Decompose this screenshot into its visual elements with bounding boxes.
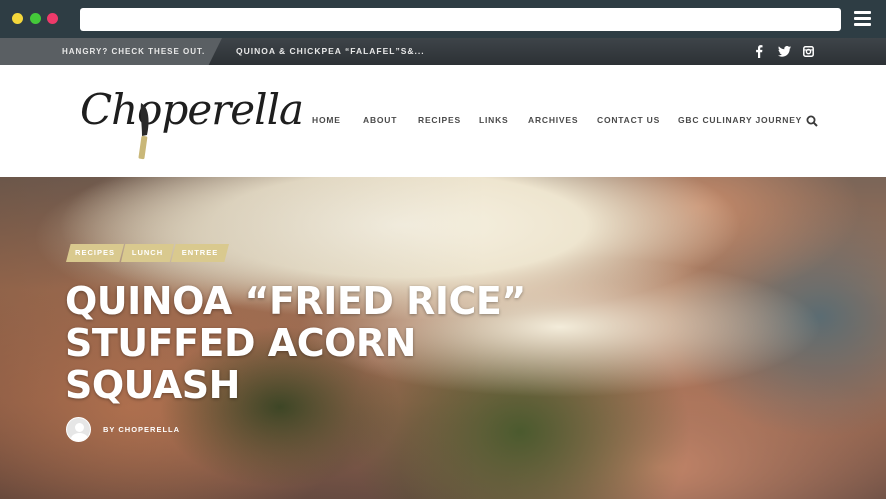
address-bar[interactable] bbox=[80, 8, 841, 31]
maximize-dot[interactable] bbox=[30, 13, 41, 24]
nav-gbc-culinary-journey[interactable]: GBC CULINARY JOURNEY bbox=[678, 115, 802, 125]
avatar[interactable] bbox=[66, 417, 91, 442]
category-tag-entree[interactable]: ENTREE bbox=[171, 244, 229, 262]
twitter-icon[interactable] bbox=[777, 44, 791, 58]
category-tag-recipes[interactable]: RECIPES bbox=[66, 244, 124, 262]
nav-archives[interactable]: ARCHIVES bbox=[528, 115, 578, 125]
top-bar: HANGRY? CHECK THESE OUT. QUINOA & CHICKP… bbox=[0, 38, 886, 65]
close-dot[interactable] bbox=[47, 13, 58, 24]
search-icon[interactable] bbox=[806, 114, 818, 127]
menu-icon[interactable] bbox=[854, 11, 871, 26]
hangry-label-box: HANGRY? CHECK THESE OUT. bbox=[0, 38, 222, 65]
byline[interactable]: BY CHOPERELLA bbox=[103, 425, 180, 434]
post-title-line: SQUASH bbox=[65, 363, 240, 407]
knife-icon bbox=[138, 103, 149, 160]
browser-chrome bbox=[0, 0, 886, 38]
nav-home[interactable]: HOME bbox=[312, 115, 341, 125]
facebook-icon[interactable] bbox=[752, 44, 766, 58]
nav-contact-us[interactable]: CONTACT US bbox=[597, 115, 660, 125]
ticker-link[interactable]: QUINOA & CHICKPEA “FALAFEL”S&... bbox=[236, 46, 425, 56]
category-tag-lunch[interactable]: LUNCH bbox=[121, 244, 174, 262]
nav-recipes[interactable]: RECIPES bbox=[418, 115, 461, 125]
minimize-dot[interactable] bbox=[12, 13, 23, 24]
post-author: BY CHOPERELLA bbox=[66, 417, 180, 442]
post-title-line: STUFFED ACORN bbox=[65, 321, 416, 365]
instagram-icon[interactable] bbox=[801, 44, 815, 58]
nav-links[interactable]: LINKS bbox=[479, 115, 509, 125]
post-title-line: QUINOA “FRIED RICE” bbox=[65, 279, 526, 323]
logo-wordmark: Choperella bbox=[80, 85, 304, 134]
hero-featured-post[interactable]: RECIPES LUNCH ENTREE QUINOA “FRIED RICE”… bbox=[0, 177, 886, 499]
hangry-label: HANGRY? CHECK THESE OUT. bbox=[62, 47, 206, 56]
site-header: Choperella HOME ABOUT RECIPES LINKS ARCH… bbox=[0, 65, 886, 177]
site-logo[interactable]: Choperella bbox=[78, 79, 304, 160]
post-title[interactable]: QUINOA “FRIED RICE” STUFFED ACORN SQUASH bbox=[65, 280, 585, 406]
nav-about[interactable]: ABOUT bbox=[363, 115, 397, 125]
